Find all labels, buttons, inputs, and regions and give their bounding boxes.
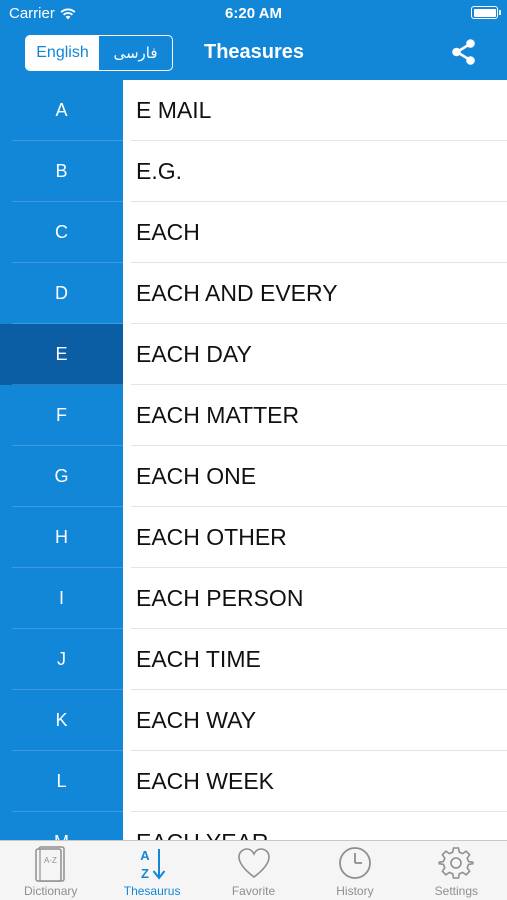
- index-letter-d[interactable]: D: [0, 263, 123, 324]
- tab-label: Thesaurus: [123, 884, 181, 898]
- list-item[interactable]: EACH PERSON: [123, 568, 507, 629]
- battery-icon: [471, 6, 501, 19]
- dictionary-icon: A-Z: [34, 846, 65, 882]
- index-letter-i[interactable]: I: [0, 568, 123, 629]
- svg-text:Z: Z: [141, 866, 149, 881]
- word-list: E MAIL E.G. EACH EACH AND EVERY EACH DAY…: [123, 80, 507, 840]
- tab-label: Favorite: [231, 884, 276, 898]
- list-item[interactable]: EACH ONE: [123, 446, 507, 507]
- tab-dictionary[interactable]: A-Z Dictionary: [0, 841, 101, 900]
- tab-favorite[interactable]: Favorite: [203, 841, 304, 900]
- status-time: 6:20 AM: [225, 5, 282, 22]
- list-item[interactable]: EACH DAY: [123, 324, 507, 385]
- tab-settings[interactable]: Settings: [406, 841, 507, 900]
- index-letter-g[interactable]: G: [0, 446, 123, 507]
- svg-text:A-Z: A-Z: [44, 856, 57, 865]
- index-letter-m[interactable]: M: [0, 812, 123, 840]
- alphabet-index: A B C D E F G H I J K L M: [0, 80, 123, 840]
- index-letter-e[interactable]: E: [0, 324, 123, 385]
- clock-icon: [339, 847, 371, 879]
- svg-text:A: A: [140, 848, 150, 863]
- index-letter-l[interactable]: L: [0, 751, 123, 812]
- index-letter-k[interactable]: K: [0, 690, 123, 751]
- language-option-english[interactable]: English: [26, 36, 99, 70]
- list-item[interactable]: EACH WEEK: [123, 751, 507, 812]
- index-letter-a[interactable]: A: [0, 80, 123, 141]
- index-letter-c[interactable]: C: [0, 202, 123, 263]
- app-header: Carrier 6:20 AM English فارسی Theasures: [0, 0, 507, 80]
- language-option-farsi[interactable]: فارسی: [99, 36, 172, 70]
- thesaurus-az-icon: A Z: [140, 848, 166, 881]
- share-icon[interactable]: [450, 38, 478, 66]
- list-item[interactable]: EACH OTHER: [123, 507, 507, 568]
- list-item[interactable]: E MAIL: [123, 80, 507, 141]
- language-segmented-control[interactable]: English فارسی: [25, 35, 173, 71]
- tab-history[interactable]: History: [304, 841, 405, 900]
- list-item[interactable]: E.G.: [123, 141, 507, 202]
- list-item[interactable]: EACH AND EVERY: [123, 263, 507, 324]
- tab-thesaurus[interactable]: A Z Thesaurus: [101, 841, 202, 900]
- index-letter-j[interactable]: J: [0, 629, 123, 690]
- heart-icon: [237, 848, 270, 879]
- tab-label: History: [336, 884, 374, 898]
- index-letter-b[interactable]: B: [0, 141, 123, 202]
- status-bar: Carrier 6:20 AM: [0, 0, 507, 26]
- tab-label: Settings: [434, 884, 478, 898]
- list-item[interactable]: EACH WAY: [123, 690, 507, 751]
- tab-bar: A-Z Dictionary A Z Thesaurus Favorite Hi…: [0, 840, 507, 900]
- list-item[interactable]: EACH TIME: [123, 629, 507, 690]
- index-letter-f[interactable]: F: [0, 385, 123, 446]
- list-item[interactable]: EACH MATTER: [123, 385, 507, 446]
- tab-label: Dictionary: [24, 884, 78, 898]
- index-letter-h[interactable]: H: [0, 507, 123, 568]
- page-title: Theasures: [204, 41, 305, 63]
- gear-icon: [438, 847, 474, 879]
- list-item[interactable]: EACH YEAR: [123, 812, 507, 840]
- list-item[interactable]: EACH: [123, 202, 507, 263]
